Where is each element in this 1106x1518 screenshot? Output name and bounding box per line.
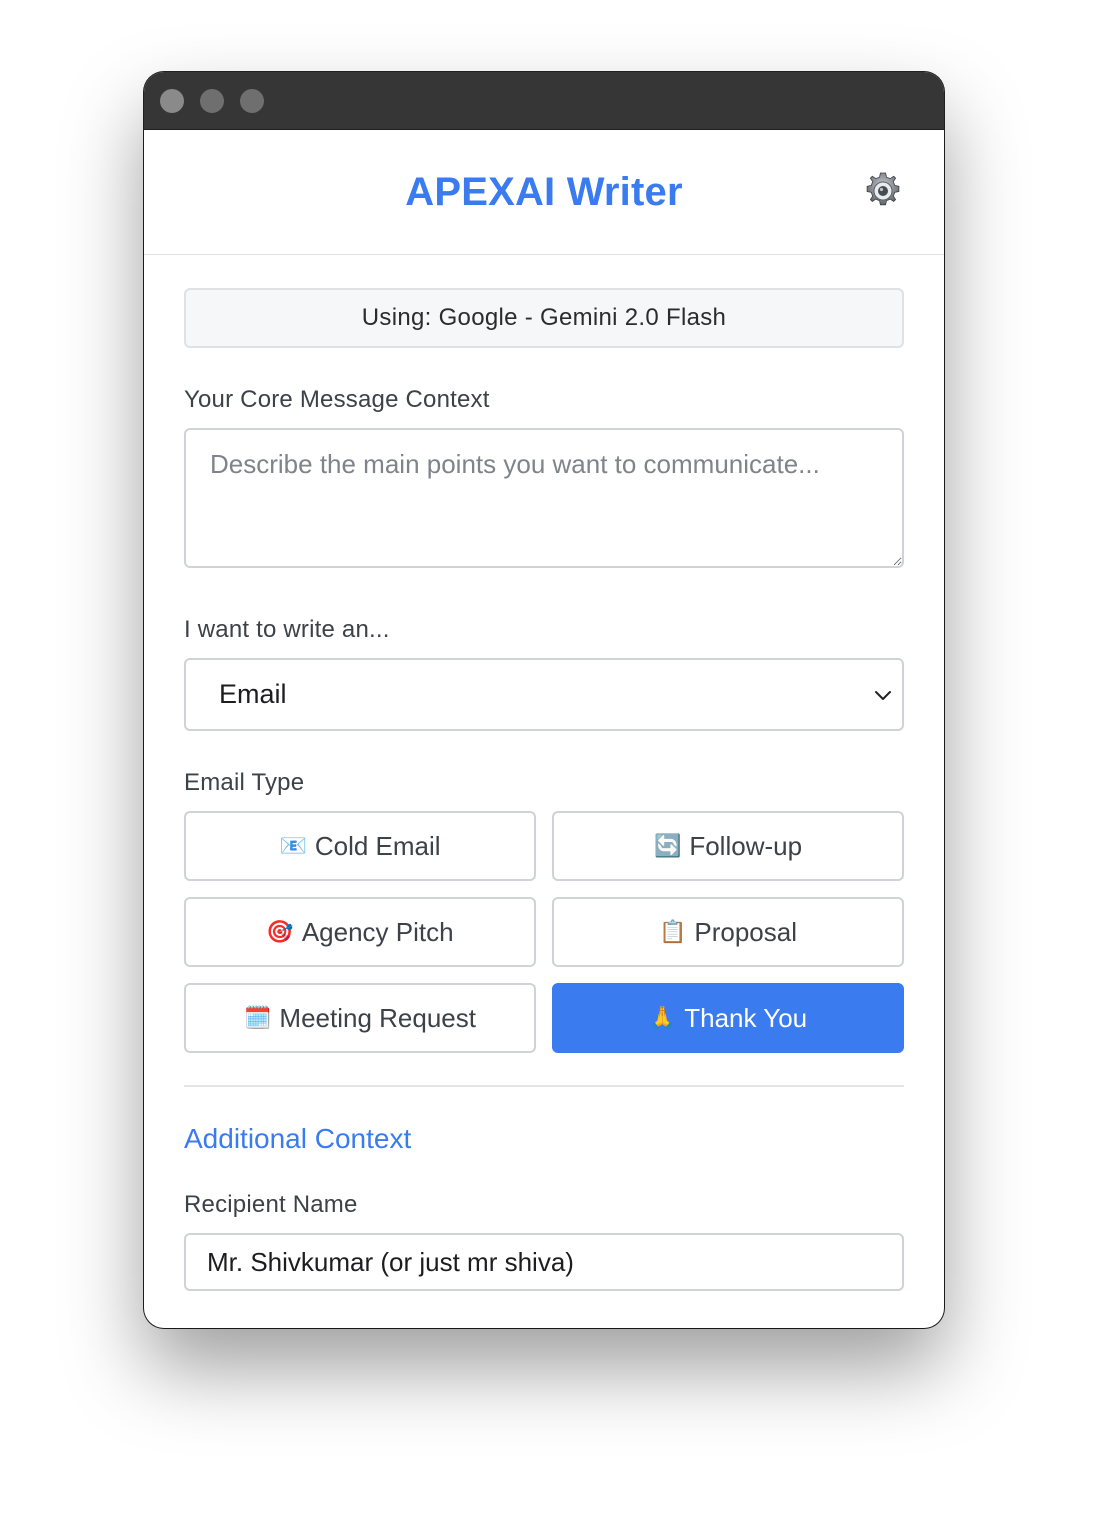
model-indicator: Using: Google - Gemini 2.0 Flash bbox=[184, 288, 904, 348]
envelope-icon: 📧 bbox=[279, 833, 307, 858]
email-type-label-text: Follow-up bbox=[689, 830, 803, 861]
window-titlebar bbox=[144, 72, 944, 130]
email-type-agency-pitch-button[interactable]: 🎯 Agency Pitch bbox=[184, 897, 536, 967]
calendar-icon: 🗓️ bbox=[244, 1005, 272, 1030]
chevron-down-icon bbox=[875, 691, 891, 700]
email-type-label-text: Proposal bbox=[694, 916, 798, 947]
window-close-button[interactable] bbox=[160, 89, 184, 113]
write-type-label: I want to write an... bbox=[184, 616, 390, 643]
email-type-label: Email Type bbox=[184, 769, 305, 796]
window-maximize-button[interactable] bbox=[240, 89, 264, 113]
app-header: APEXAI Writer bbox=[144, 130, 944, 255]
email-type-label-text: Thank You bbox=[684, 1002, 808, 1033]
email-type-label-text: Agency Pitch bbox=[301, 916, 454, 947]
folded-hands-icon: 🙏 bbox=[648, 1005, 677, 1030]
section-divider bbox=[184, 1085, 904, 1087]
recipient-name-input[interactable] bbox=[184, 1233, 904, 1291]
write-type-selected-value: Email bbox=[219, 679, 287, 709]
email-type-proposal-button[interactable]: 📋 Proposal bbox=[552, 897, 904, 967]
email-type-label-text: Meeting Request bbox=[279, 1002, 476, 1033]
main-form: Using: Google - Gemini 2.0 Flash Your Co… bbox=[144, 255, 944, 1291]
context-label: Your Core Message Context bbox=[184, 386, 490, 413]
recipient-name-label: Recipient Name bbox=[184, 1191, 358, 1218]
app-window: APEXAI Writer Using: Google - Gemini 2.0… bbox=[144, 72, 944, 1328]
additional-context-title: Additional Context bbox=[184, 1123, 412, 1154]
target-icon: 🎯 bbox=[266, 919, 294, 944]
email-type-cold-email-button[interactable]: 📧 Cold Email bbox=[184, 811, 536, 881]
clipboard-icon: 📋 bbox=[658, 919, 687, 944]
context-textarea[interactable] bbox=[184, 428, 904, 568]
email-type-grid: 📧 Cold Email 🔄 Follow-up 🎯 Agency Pitch … bbox=[184, 811, 904, 1053]
settings-button[interactable] bbox=[862, 170, 904, 212]
refresh-icon: 🔄 bbox=[653, 833, 682, 858]
window-minimize-button[interactable] bbox=[200, 89, 224, 113]
app-title: APEXAI Writer bbox=[405, 169, 683, 214]
write-type-select[interactable]: Email bbox=[184, 658, 904, 731]
email-type-label-text: Cold Email bbox=[314, 830, 441, 861]
email-type-meeting-request-button[interactable]: 🗓️ Meeting Request bbox=[184, 983, 536, 1053]
email-type-follow-up-button[interactable]: 🔄 Follow-up bbox=[552, 811, 904, 881]
email-type-thank-you-button[interactable]: 🙏 Thank You bbox=[552, 983, 904, 1053]
gear-icon bbox=[866, 172, 900, 206]
